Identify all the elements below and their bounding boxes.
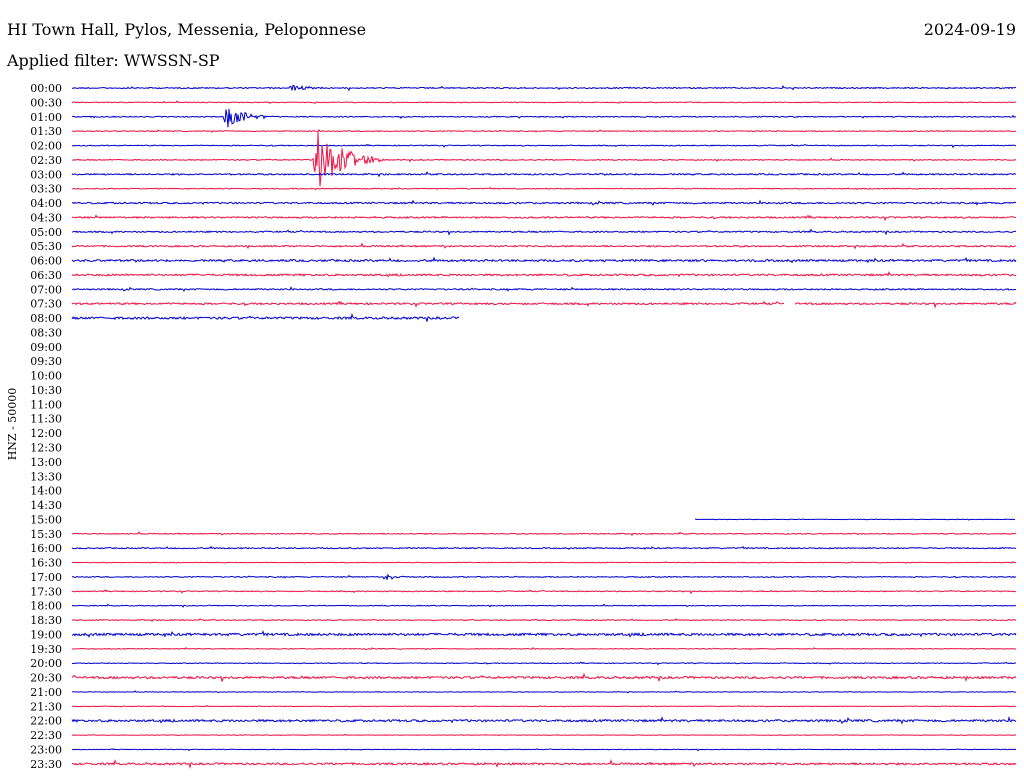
time-tick-label: 04:00: [30, 197, 62, 210]
time-tick-label: 13:00: [30, 456, 62, 469]
trace-row: [71, 171, 1017, 178]
time-tick-label: 23:00: [30, 743, 62, 756]
time-tick-labels: 00:0000:30 01:0001:30 02:0002:3003:00 03:30…: [30, 82, 62, 771]
time-tick-label: 07:30: [30, 298, 62, 311]
time-tick-label: 11:00: [30, 398, 62, 411]
time-tick-label: 02:30: [30, 154, 62, 167]
time-tick-label: 06:00: [30, 255, 62, 268]
time-tick-label: 21:30: [30, 700, 62, 713]
time-tick-label: 07:00: [30, 283, 62, 296]
trace-row: [71, 704, 1017, 708]
trace-row: [71, 131, 1017, 187]
time-tick-label: 14:00: [30, 485, 62, 498]
trace-row: [71, 286, 1017, 292]
time-tick-label: 20:00: [30, 657, 62, 670]
trace-row: [71, 690, 1017, 694]
time-tick-label: 18:00: [30, 600, 62, 613]
time-tick-label: 13:30: [30, 470, 62, 483]
time-tick-label: 12:30: [30, 442, 62, 455]
trace-row: [694, 518, 1016, 521]
trace-row: [71, 228, 1017, 236]
trace-row: [71, 646, 1017, 651]
time-tick-label: 01:00: [30, 111, 62, 124]
trace-row: [71, 186, 1017, 191]
trace-row: [71, 256, 1017, 264]
trace-row: [71, 129, 1017, 133]
time-tick-label: 03:00: [30, 168, 62, 181]
time-tick-label: 05:00: [30, 226, 62, 239]
time-tick-label: 00:30: [30, 96, 62, 109]
time-tick-label: 18:30: [30, 614, 62, 627]
time-tick-label: 15:30: [30, 528, 62, 541]
trace-row: [71, 617, 1017, 623]
trace-row: [71, 715, 1017, 725]
time-tick-label: 20:30: [30, 672, 62, 685]
trace-row: [71, 242, 1017, 250]
time-tick-label: 05:30: [30, 240, 62, 253]
time-tick-label: 22:00: [30, 715, 62, 728]
time-tick-label: 17:30: [30, 585, 62, 598]
time-tick-label: 10:30: [30, 384, 62, 397]
trace-row: [71, 100, 1017, 105]
trace-row: [71, 199, 1017, 206]
time-tick-label: 10:00: [30, 370, 62, 383]
time-tick-label: 02:00: [30, 140, 62, 153]
trace-row: [71, 672, 1017, 682]
time-tick-label: 06:30: [30, 269, 62, 282]
time-tick-label: 17:00: [30, 571, 62, 584]
trace-row: [71, 531, 1017, 537]
time-tick-label: 08:30: [30, 326, 62, 339]
trace-row: [71, 630, 1017, 638]
time-tick-label: 21:00: [30, 686, 62, 699]
trace-row: [71, 300, 1017, 309]
helicorder-plot: HNZ - 50000 00:0000:30 01:0001:30 02:0002:…: [6, 82, 1017, 771]
trace-row: [71, 84, 1017, 92]
trace-row: [71, 573, 1017, 580]
time-tick-label: 12:00: [30, 427, 62, 440]
trace-row: [71, 589, 1017, 595]
trace-row: [71, 214, 1017, 222]
time-tick-label: 16:00: [30, 542, 62, 555]
time-tick-label: 00:00: [30, 82, 62, 95]
y-axis-label: HNZ - 50000: [6, 388, 19, 461]
time-tick-label: 08:00: [30, 312, 62, 325]
time-tick-label: 09:30: [30, 355, 62, 368]
trace-group: [71, 84, 1017, 769]
time-tick-label: 23:30: [30, 758, 62, 771]
trace-row: [71, 312, 460, 322]
trace-row: [71, 758, 1017, 769]
time-tick-label: 01:30: [30, 125, 62, 138]
trace-row: [72, 108, 1017, 128]
time-tick-label: 22:30: [30, 729, 62, 742]
time-tick-label: 15:00: [30, 513, 62, 526]
time-tick-label: 09:00: [30, 341, 62, 354]
time-tick-label: 16:30: [30, 557, 62, 570]
time-tick-label: 03:30: [30, 183, 62, 196]
trace-row: [71, 733, 1017, 737]
trace-row: [71, 748, 1017, 752]
trace-row: [71, 661, 1017, 666]
time-tick-label: 14:30: [30, 499, 62, 512]
time-tick-label: 11:30: [30, 413, 62, 426]
time-tick-label: 19:00: [30, 628, 62, 641]
time-tick-label: 04:30: [30, 211, 62, 224]
time-tick-label: 19:30: [30, 643, 62, 656]
trace-row: [71, 143, 1017, 149]
trace-row: [71, 545, 1017, 550]
trace-row: [71, 603, 1017, 608]
trace-row: [71, 561, 1017, 564]
trace-row: [71, 270, 1017, 278]
